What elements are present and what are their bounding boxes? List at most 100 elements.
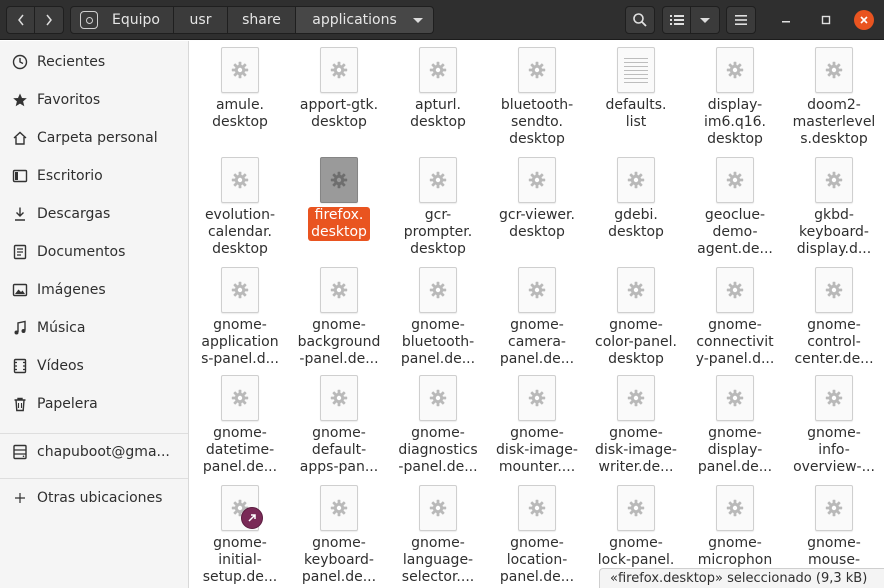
- file-name: gnome- info- overview-...: [793, 425, 875, 475]
- file-name: gnome- disk-image- writer.de...: [595, 425, 677, 475]
- gear-file-icon: [617, 375, 655, 421]
- gear-file-icon: [716, 157, 754, 203]
- path-bar: Equipo usr share applications: [70, 6, 434, 34]
- list-view-button[interactable]: [662, 6, 691, 34]
- file-item[interactable]: gnome- display- panel.de...: [687, 375, 783, 476]
- file-item[interactable]: gnome- initial- setup.de...: [192, 485, 288, 586]
- sidebar-item-label: Favoritos: [37, 92, 101, 108]
- file-item[interactable]: display- im6.q16. desktop: [687, 47, 783, 148]
- minimize-button[interactable]: [776, 10, 796, 30]
- download-icon: [12, 206, 28, 222]
- file-item[interactable]: firefox. desktop: [291, 157, 387, 241]
- file-icon-wrapper: [617, 47, 655, 93]
- file-name: geoclue- demo- agent.de...: [697, 207, 773, 257]
- file-name: gnome- initial- setup.de...: [202, 535, 278, 585]
- file-manager-window: Equipo usr share applications Recientes …: [0, 0, 884, 588]
- sidebar-item-papelera[interactable]: Papelera: [0, 386, 188, 422]
- search-button[interactable]: [625, 6, 655, 34]
- sidebar-item-escritorio[interactable]: Escritorio: [0, 158, 188, 194]
- maximize-icon: [821, 15, 831, 25]
- path-crumb-share[interactable]: share: [228, 6, 296, 34]
- file-name: gnome- keyboard- panel.de...: [301, 535, 377, 585]
- file-item[interactable]: gnome- language- selector....: [390, 485, 486, 586]
- file-icon-wrapper: [518, 375, 556, 421]
- file-name: amule. desktop: [212, 97, 268, 130]
- file-item[interactable]: defaults. list: [588, 47, 684, 131]
- main-menu-button[interactable]: [726, 6, 756, 34]
- gear-file-icon: [320, 485, 358, 531]
- file-item[interactable]: gnome- control- center.de...: [786, 267, 882, 368]
- file-name: gcr-viewer. desktop: [499, 207, 575, 240]
- file-item[interactable]: gnome- camera- panel.de...: [489, 267, 585, 368]
- forward-button[interactable]: [35, 6, 64, 34]
- trash-icon: [12, 396, 28, 412]
- file-item[interactable]: gnome- color-panel. desktop: [588, 267, 684, 368]
- file-item[interactable]: bluetooth- sendto. desktop: [489, 47, 585, 148]
- sidebar-item-label: chapuboot@gma...: [37, 444, 170, 460]
- file-item[interactable]: apturl. desktop: [390, 47, 486, 131]
- file-item[interactable]: gnome- disk-image- mounter....: [489, 375, 585, 476]
- file-item[interactable]: gnome- connectivit y-panel.d...: [687, 267, 783, 368]
- sidebar-item-imagenes[interactable]: Imágenes: [0, 272, 188, 308]
- back-button[interactable]: [6, 6, 35, 34]
- file-item[interactable]: gdebi. desktop: [588, 157, 684, 241]
- sidebar-item-otras-ubicaciones[interactable]: Otras ubicaciones: [0, 480, 188, 516]
- sidebar-item-documentos[interactable]: Documentos: [0, 234, 188, 270]
- sidebar: Recientes Favoritos Carpeta personal Esc…: [0, 41, 189, 588]
- file-name: gnome- application s-panel.d...: [201, 317, 279, 367]
- file-name: gnome- datetime- panel.de...: [202, 425, 278, 475]
- text-file-icon: [617, 47, 655, 93]
- file-icon-wrapper: [221, 267, 259, 313]
- file-item[interactable]: gkbd- keyboard- display.d...: [786, 157, 882, 258]
- sidebar-item-musica[interactable]: Música: [0, 310, 188, 346]
- path-crumb-usr[interactable]: usr: [174, 6, 228, 34]
- image-icon: [12, 282, 28, 298]
- view-options-button[interactable]: [691, 6, 720, 34]
- file-name: gnome- camera- panel.de...: [499, 317, 575, 367]
- file-item[interactable]: gcr-viewer. desktop: [489, 157, 585, 241]
- maximize-button[interactable]: [816, 10, 836, 30]
- file-name: evolution- calendar. desktop: [204, 207, 276, 257]
- gear-file-icon: [617, 485, 655, 531]
- file-item[interactable]: gnome- bluetooth- panel.de...: [390, 267, 486, 368]
- gear-file-icon: [419, 267, 457, 313]
- file-icon-wrapper: [518, 267, 556, 313]
- file-item[interactable]: geoclue- demo- agent.de...: [687, 157, 783, 258]
- file-name: gnome- color-panel. desktop: [595, 317, 677, 367]
- file-item[interactable]: gnome- application s-panel.d...: [192, 267, 288, 368]
- video-icon: [12, 358, 28, 374]
- file-item[interactable]: gnome- keyboard- panel.de...: [291, 485, 387, 586]
- sidebar-item-carpeta-personal[interactable]: Carpeta personal: [0, 120, 188, 156]
- sidebar-item-descargas[interactable]: Descargas: [0, 196, 188, 232]
- search-icon: [633, 13, 647, 27]
- sidebar-item-label: Imágenes: [37, 282, 106, 298]
- file-icon-wrapper: [221, 157, 259, 203]
- file-item[interactable]: gnome- location- panel.de...: [489, 485, 585, 586]
- file-item[interactable]: gnome- diagnostics -panel.de...: [390, 375, 486, 476]
- file-item[interactable]: amule. desktop: [192, 47, 288, 131]
- file-item[interactable]: gnome- datetime- panel.de...: [192, 375, 288, 476]
- file-item[interactable]: gnome- disk-image- writer.de...: [588, 375, 684, 476]
- gear-file-icon: [419, 47, 457, 93]
- sidebar-item-network-drive[interactable]: chapuboot@gma...: [0, 434, 188, 470]
- file-item[interactable]: gnome- default- apps-pan...: [291, 375, 387, 476]
- path-crumb-applications[interactable]: applications: [296, 6, 434, 34]
- path-crumb-equipo[interactable]: Equipo: [70, 6, 174, 34]
- sidebar-item-favoritos[interactable]: Favoritos: [0, 82, 188, 118]
- file-item[interactable]: gnome- info- overview-...: [786, 375, 882, 476]
- sidebar-item-videos[interactable]: Vídeos: [0, 348, 188, 384]
- file-icon-wrapper: [815, 157, 853, 203]
- file-item[interactable]: evolution- calendar. desktop: [192, 157, 288, 258]
- file-icon-wrapper: [716, 157, 754, 203]
- gear-file-icon: [518, 267, 556, 313]
- gear-file-icon: [815, 267, 853, 313]
- sidebar-item-recientes[interactable]: Recientes: [0, 44, 188, 80]
- file-item[interactable]: gnome- background -panel.de...: [291, 267, 387, 368]
- gear-file-icon: [617, 267, 655, 313]
- file-item[interactable]: gcr- prompter. desktop: [390, 157, 486, 258]
- close-button[interactable]: [854, 10, 874, 30]
- file-item[interactable]: doom2- masterlevel s.desktop: [786, 47, 882, 148]
- gear-file-icon: [221, 157, 259, 203]
- path-crumb-label: usr: [189, 12, 212, 28]
- file-item[interactable]: apport-gtk. desktop: [291, 47, 387, 131]
